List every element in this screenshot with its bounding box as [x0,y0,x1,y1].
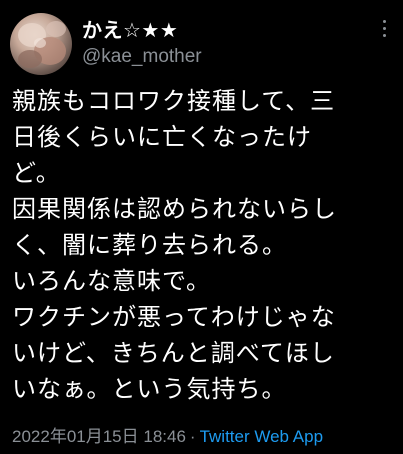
tweet-text-line: 因果関係は認められないらし [12,195,337,223]
tweet-source-link[interactable]: Twitter Web App [200,427,323,446]
tweet-text: 親族もコロワク接種して、三 日後くらいに亡くなったけ ど。 因果関係は認められな… [12,83,397,407]
meta-separator: · [189,427,196,446]
tweet-text-line: 日後くらいに亡くなったけ [12,123,312,151]
tweet-text-line: いなぁ。という気持ち。 [12,375,287,403]
tweet-timestamp[interactable]: 2022年01月15日 18:46 [12,427,186,446]
avatar-image [18,21,66,68]
more-options-icon[interactable] [377,20,391,38]
tweet-text-line: いけど、きちんと調べてほし [12,339,335,367]
tweet-text-line: いろんな意味で。 [12,267,212,295]
tweet-text-line: ど。 [12,159,61,187]
user-handle[interactable]: @kae_mother [82,46,202,68]
tweet-meta: 2022年01月15日 18:46 · Twitter Web App [12,422,323,447]
display-name[interactable]: かえ☆★★ [82,14,178,43]
tweet-text-line: ワクチンが悪ってわけじゃな [12,303,336,331]
tweet-text-line: く、闇に葬り去られる。 [12,231,287,259]
avatar[interactable] [10,13,72,75]
tweet-card: かえ☆★★ @kae_mother 親族もコロワク接種して、三 日後くらいに亡く… [0,0,403,454]
tweet-text-line: 親族もコロワク接種して、三 [12,87,336,115]
